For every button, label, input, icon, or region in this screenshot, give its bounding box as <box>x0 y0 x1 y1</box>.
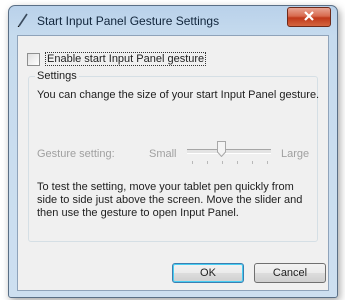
slider-min-label: Small <box>149 148 177 160</box>
gesture-size-slider[interactable] <box>187 141 271 167</box>
slider-tick <box>237 161 238 164</box>
title-bar[interactable]: Start Input Panel Gesture Settings <box>9 6 337 34</box>
cancel-button[interactable]: Cancel <box>254 263 326 283</box>
slider-max-label: Large <box>281 148 310 160</box>
slider-thumb[interactable] <box>217 141 226 158</box>
settings-group-title: Settings <box>35 70 79 82</box>
slider-tick <box>267 161 268 164</box>
slider-track[interactable] <box>187 149 271 154</box>
close-button[interactable] <box>287 7 331 27</box>
slider-tick <box>252 161 253 164</box>
dialog-window: Start Input Panel Gesture Settings Enabl… <box>8 5 338 298</box>
gesture-setting-label: Gesture setting: <box>37 148 115 160</box>
settings-groupbox: Settings You can change the size of your… <box>28 70 320 242</box>
pen-icon <box>17 13 29 28</box>
test-instructions: To test the setting, move your tablet pe… <box>37 181 303 219</box>
slider-tick <box>207 161 208 164</box>
settings-description: You can change the size of your start In… <box>37 89 320 101</box>
enable-gesture-checkbox[interactable] <box>27 52 40 66</box>
dialog-content: Enable start Input Panel gesture Setting… <box>17 35 329 291</box>
close-icon <box>303 10 315 24</box>
enable-gesture-row[interactable]: Enable start Input Panel gesture <box>27 52 207 66</box>
ok-button[interactable]: OK <box>172 263 244 283</box>
enable-gesture-label[interactable]: Enable start Input Panel gesture <box>45 52 207 66</box>
slider-tick <box>222 161 223 164</box>
window-title: Start Input Panel Gesture Settings <box>37 14 220 28</box>
slider-tick <box>192 161 193 164</box>
